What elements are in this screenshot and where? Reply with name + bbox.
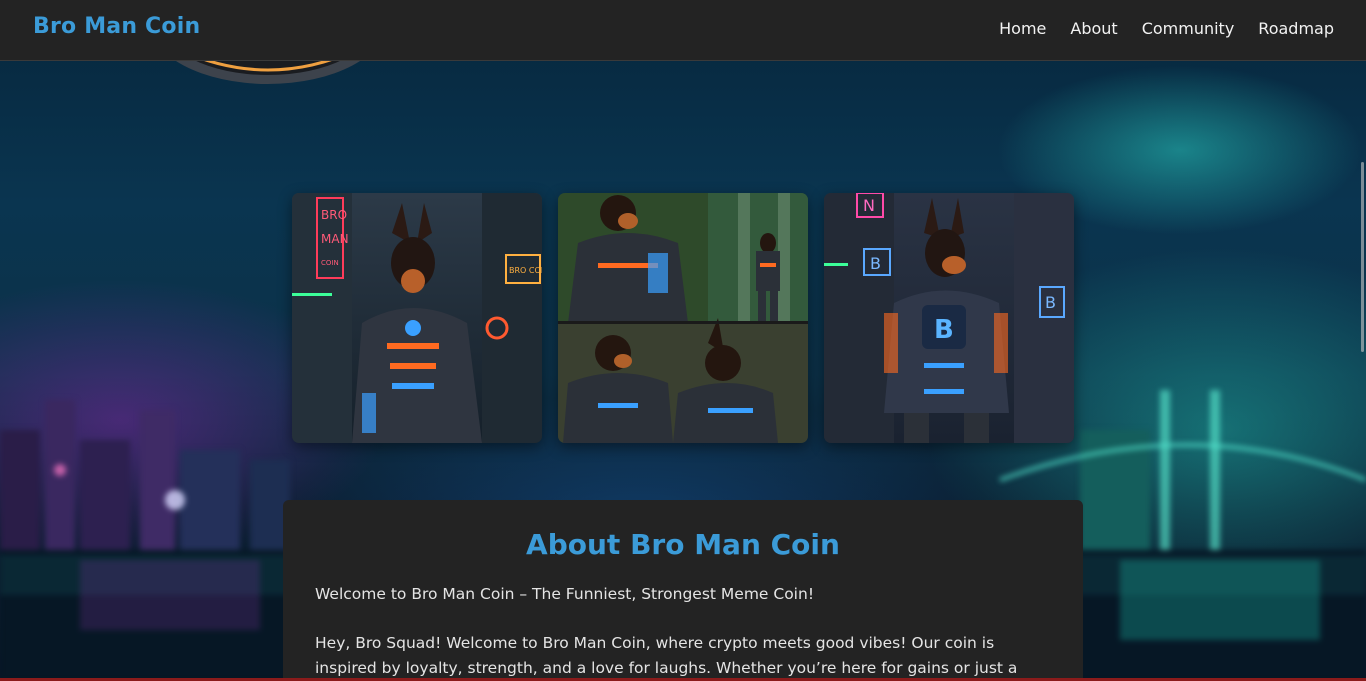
about-intro-text: Welcome to Bro Man Coin – The Funniest, … xyxy=(315,585,815,603)
gallery-image-2[interactable] xyxy=(558,193,808,443)
neon-sign-bro: BRO xyxy=(321,208,347,222)
neon-sign-b-right: B xyxy=(1045,293,1056,312)
gallery-image-1[interactable]: BRO MAN COIN BRO COIN xyxy=(292,193,542,443)
brand-logo-text[interactable]: Bro Man Coin xyxy=(33,14,200,39)
top-navbar: Bro Man Coin Home About Community Roadma… xyxy=(0,0,1366,61)
nav-link-roadmap[interactable]: Roadmap xyxy=(1258,19,1334,38)
nav-links: Home About Community Roadmap xyxy=(999,19,1334,38)
neon-sign-man: MAN xyxy=(321,232,349,246)
cyber-doberman-b-image: N B B B xyxy=(824,193,1074,443)
about-title: About Bro Man Coin xyxy=(526,528,840,561)
neon-sign-n: N xyxy=(863,196,875,215)
page-scrollbar[interactable] xyxy=(1361,162,1364,352)
image-gallery: BRO MAN COIN BRO COIN xyxy=(292,193,1074,443)
cyber-doberman-collage-image xyxy=(558,193,808,443)
nav-link-home[interactable]: Home xyxy=(999,19,1046,38)
gallery-image-3[interactable]: N B B B xyxy=(824,193,1074,443)
nav-link-community[interactable]: Community xyxy=(1142,19,1235,38)
chest-letter-b: B xyxy=(934,315,954,345)
about-section: About Bro Man Coin Welcome to Bro Man Co… xyxy=(283,500,1083,681)
neon-sign-b-left: B xyxy=(870,254,881,273)
neon-sign-bro-coin: BRO COIN xyxy=(509,266,542,275)
about-body-text: Hey, Bro Squad! Welcome to Bro Man Coin,… xyxy=(315,634,1018,677)
neon-sign-coin: COIN xyxy=(321,259,339,267)
nav-link-about[interactable]: About xyxy=(1070,19,1117,38)
cyber-doberman-image: BRO MAN COIN BRO COIN xyxy=(292,193,542,443)
